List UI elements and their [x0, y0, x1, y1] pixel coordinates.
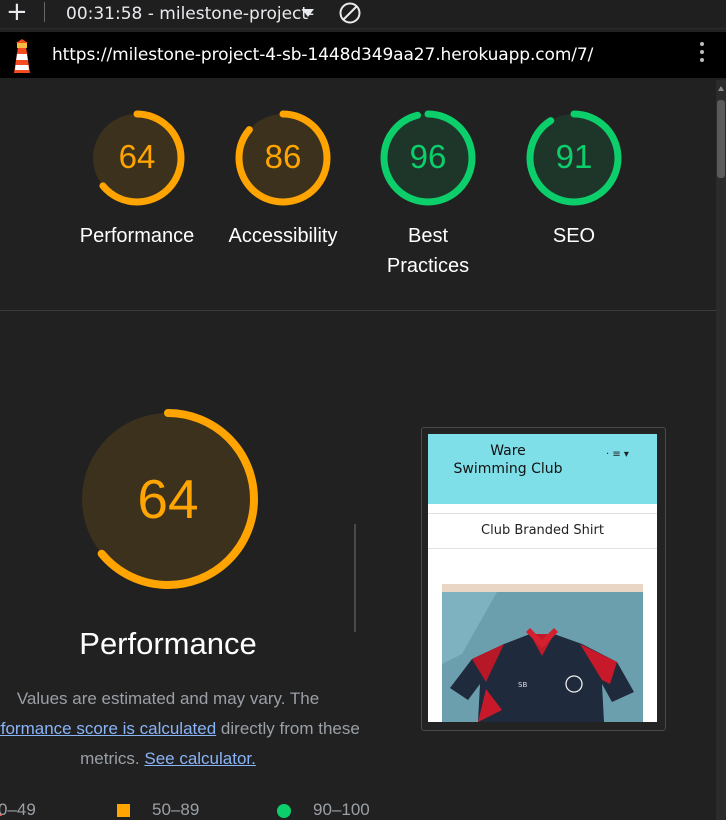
preview-site-header: Ware Swimming Club · ≡ ▾ [428, 434, 657, 504]
legend-range-fail: 0–49 [0, 800, 36, 819]
preview-screen: Ware Swimming Club · ≡ ▾ Club Branded Sh… [428, 434, 657, 722]
score-label[interactable]: SEO [499, 221, 649, 251]
preview-page-heading: Club Branded Shirt [428, 513, 657, 549]
new-report-button[interactable]: + [6, 0, 28, 25]
desc-text: Values are estimated and may vary. The [16, 689, 320, 708]
preview-menu-icon: · ≡ ▾ [606, 449, 629, 460]
score-gauge-performance[interactable]: 64 [88, 109, 186, 207]
tab-divider [44, 2, 45, 22]
score-label[interactable]: Best Practices [378, 221, 478, 281]
scroll-up-arrow-icon[interactable] [718, 86, 724, 91]
lighthouse-icon [14, 39, 30, 73]
kebab-menu-icon[interactable] [700, 42, 704, 66]
score-gauge-accessibility[interactable]: 86 [234, 109, 332, 207]
performance-description: Values are estimated and may vary. The p… [0, 684, 376, 774]
score-label[interactable]: Performance [62, 221, 212, 251]
vertical-divider [354, 524, 356, 632]
section-divider [0, 310, 716, 311]
score-value: 86 [264, 138, 302, 175]
score-value: 96 [409, 138, 447, 175]
report-title[interactable]: 00:31:58 - milestone-project- [66, 4, 314, 24]
url-bar: https://milestone-project-4-sb-1448d349a… [0, 32, 726, 78]
score-value: 64 [118, 138, 156, 175]
score-label[interactable]: Accessibility [208, 221, 358, 251]
legend-range-average: 50–89 [152, 800, 200, 819]
performance-title: Performance [79, 626, 257, 661]
final-screenshot-preview[interactable]: Ware Swimming Club · ≡ ▾ Club Branded Sh… [421, 427, 666, 731]
score-gauge-seo[interactable]: 91 [525, 109, 623, 207]
chevron-down-icon[interactable] [302, 9, 314, 17]
preview-product-image: SB [442, 584, 643, 722]
report-url[interactable]: https://milestone-project-4-sb-1448d349a… [52, 45, 593, 65]
scrollbar-thumb[interactable] [717, 100, 725, 178]
preview-brand: Ware Swimming Club [453, 442, 563, 478]
no-entry-icon[interactable] [338, 1, 362, 25]
performance-gauge-large: 64 [76, 407, 260, 591]
performance-score: 64 [137, 468, 199, 530]
score-calculated-link[interactable]: performance score is calculated [0, 719, 216, 738]
average-square-icon [117, 804, 130, 817]
score-gauge-best-practices[interactable]: 96 [379, 109, 477, 207]
report-tab-bar: + 00:31:58 - milestone-project- [0, 0, 726, 29]
see-calculator-link[interactable]: See calculator. [144, 749, 256, 768]
svg-text:SB: SB [518, 681, 527, 689]
pass-circle-icon [277, 804, 291, 818]
preview-brand-text: Ware Swimming Club [453, 443, 563, 477]
legend-range-pass: 90–100 [313, 800, 370, 819]
score-value: 91 [555, 138, 593, 175]
scrollbar-track[interactable] [716, 80, 726, 820]
